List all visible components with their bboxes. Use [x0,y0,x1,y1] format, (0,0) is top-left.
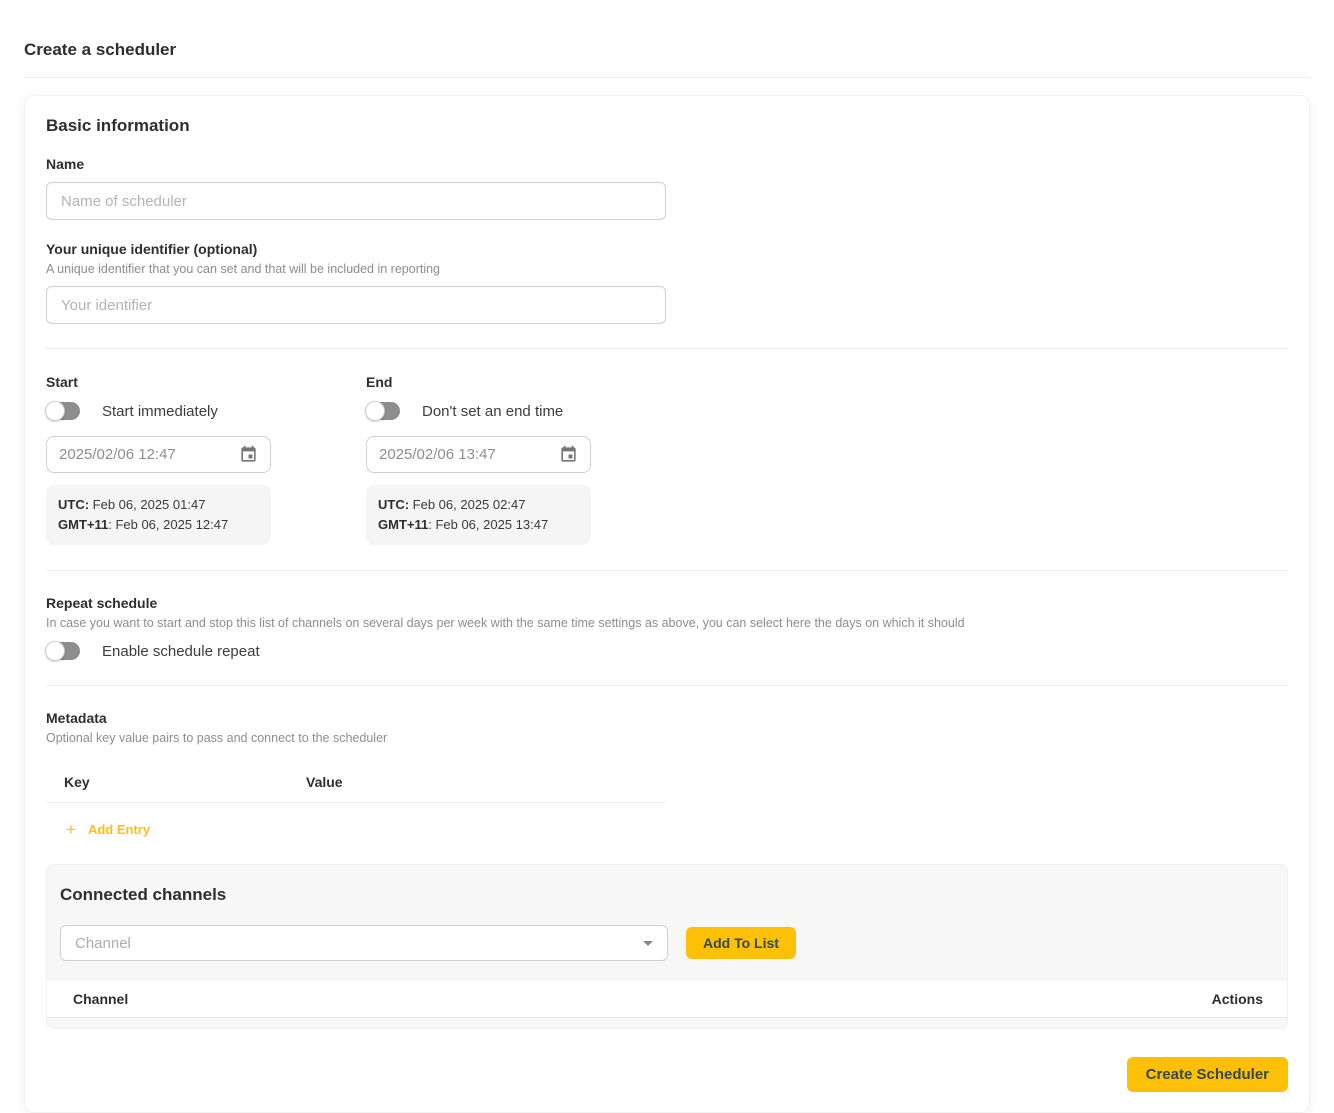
utc-label: UTC: [378,497,409,512]
toggle-knob [45,401,65,421]
add-entry-button[interactable]: + Add Entry [66,821,150,838]
no-end-time-toggle[interactable] [366,402,400,420]
start-utc-line: UTC: Feb 06, 2025 01:47 [58,495,259,515]
channel-select[interactable]: Channel [60,925,668,961]
metadata-table-divider [46,802,666,803]
name-input[interactable] [46,182,666,220]
create-scheduler-button[interactable]: Create Scheduler [1127,1057,1288,1092]
basic-information-heading: Basic information [46,116,1288,136]
title-divider [24,77,1310,78]
toggle-knob [45,641,65,661]
end-label: End [366,374,591,390]
utc-value: Feb 06, 2025 01:47 [89,497,205,512]
channel-select-placeholder: Channel [75,935,131,952]
enable-repeat-row: Enable schedule repeat [46,642,1288,660]
metadata-heading: Metadata [46,710,1288,726]
no-end-time-label: Don't set an end time [422,403,563,420]
metadata-value-column-header: Value [306,774,343,790]
create-scheduler-page: Create a scheduler Basic information Nam… [0,0,1334,1113]
channel-column-header: Channel [73,991,128,1007]
start-datetime-field[interactable]: 2025/02/06 12:47 [46,436,271,473]
no-end-time-row: Don't set an end time [366,402,591,420]
enable-repeat-toggle[interactable] [46,642,80,660]
start-immediately-row: Start immediately [46,402,366,420]
start-column: Start Start immediately 2025/02/06 12:47… [46,374,366,545]
connected-channels-heading: Connected channels [60,885,1287,905]
gmt-label: GMT+11 [378,517,428,532]
channel-picker-row: Channel Add To List [60,925,1274,961]
identifier-help-text: A unique identifier that you can set and… [46,262,1288,276]
gmt-label: GMT+11 [58,517,108,532]
end-timezone-info: UTC: Feb 06, 2025 02:47 GMT+11: Feb 06, … [366,485,591,545]
metadata-table: Key Value [46,774,666,803]
add-to-list-button[interactable]: Add To List [686,927,796,959]
toggle-knob [365,401,385,421]
utc-label: UTC: [58,497,89,512]
connected-channels-card: Connected channels Channel Add To List C… [46,864,1288,1029]
end-datetime-value: 2025/02/06 13:47 [379,446,496,463]
start-datetime-value: 2025/02/06 12:47 [59,446,176,463]
add-entry-label: Add Entry [88,822,150,837]
repeat-schedule-heading: Repeat schedule [46,595,1288,611]
actions-column-header: Actions [1212,991,1263,1007]
start-label: Start [46,374,366,390]
repeat-schedule-section: Repeat schedule In case you want to star… [46,595,1288,660]
plus-icon: + [66,821,76,838]
metadata-table-header: Key Value [46,774,666,790]
metadata-section: Metadata Optional key value pairs to pas… [46,710,1288,840]
end-utc-line: UTC: Feb 06, 2025 02:47 [378,495,579,515]
end-column: End Don't set an end time 2025/02/06 13:… [366,374,591,545]
enable-repeat-label: Enable schedule repeat [102,643,260,660]
scheduler-form-card: Basic information Name Your unique ident… [24,95,1310,1113]
form-footer: Create Scheduler [46,1057,1288,1092]
end-gmt-line: GMT+11: Feb 06, 2025 13:47 [378,515,579,535]
identifier-input[interactable] [46,286,666,324]
section-divider [46,570,1288,571]
identifier-label: Your unique identifier (optional) [46,241,1288,257]
gmt-value: : Feb 06, 2025 13:47 [428,517,548,532]
metadata-key-column-header: Key [46,774,306,790]
calendar-icon[interactable] [559,445,578,464]
section-divider [46,685,1288,686]
end-datetime-field[interactable]: 2025/02/06 13:47 [366,436,591,473]
channels-table-header: Channel Actions [47,981,1287,1018]
channels-table-footer [47,1018,1287,1028]
start-gmt-line: GMT+11: Feb 06, 2025 12:47 [58,515,259,535]
start-immediately-toggle[interactable] [46,402,80,420]
section-divider [46,348,1288,349]
start-end-section: Start Start immediately 2025/02/06 12:47… [46,374,1288,545]
gmt-value: : Feb 06, 2025 12:47 [108,517,228,532]
page-title: Create a scheduler [24,0,1310,60]
metadata-help-text: Optional key value pairs to pass and con… [46,731,1288,745]
start-immediately-label: Start immediately [102,403,218,420]
calendar-icon[interactable] [239,445,258,464]
chevron-down-icon [643,941,653,946]
utc-value: Feb 06, 2025 02:47 [409,497,525,512]
name-label: Name [46,156,1288,172]
start-timezone-info: UTC: Feb 06, 2025 01:47 GMT+11: Feb 06, … [46,485,271,545]
repeat-schedule-help-text: In case you want to start and stop this … [46,616,1288,630]
